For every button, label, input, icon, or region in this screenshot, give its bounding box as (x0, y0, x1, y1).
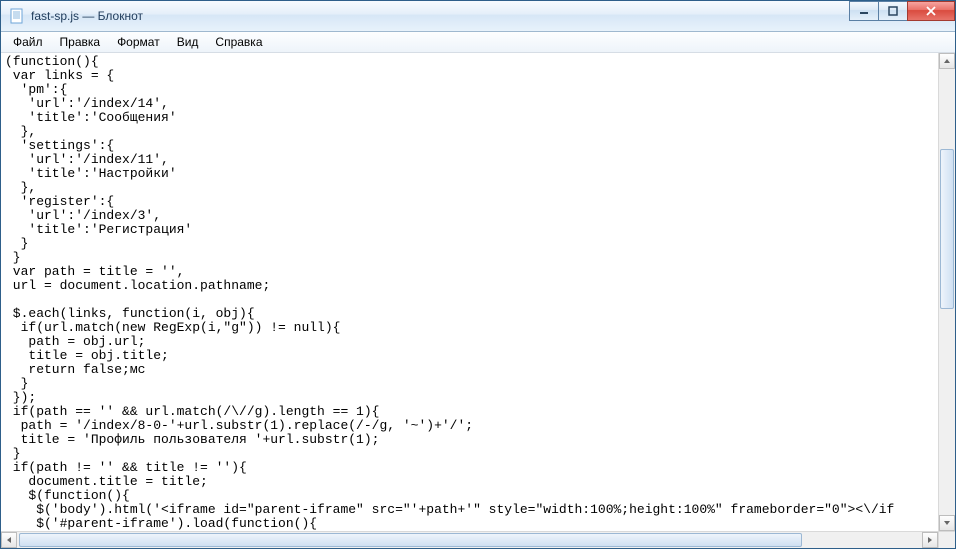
chevron-up-icon (943, 57, 951, 65)
chevron-right-icon (926, 536, 934, 544)
scroll-left-button[interactable] (1, 532, 17, 548)
notepad-window: fast-sp.js — Блокнот Файл Правка Формат … (0, 0, 956, 549)
menu-help[interactable]: Справка (207, 33, 270, 51)
close-icon (925, 6, 937, 16)
menu-format[interactable]: Формат (109, 33, 168, 51)
chevron-down-icon (943, 519, 951, 527)
chevron-left-icon (5, 536, 13, 544)
window-title: fast-sp.js — Блокнот (31, 9, 143, 23)
menu-view[interactable]: Вид (169, 33, 207, 51)
text-editor[interactable]: (function(){ var links = { 'pm':{ 'url':… (1, 53, 955, 548)
minimize-icon (859, 6, 869, 16)
close-button[interactable] (907, 1, 955, 21)
hscroll-track[interactable] (17, 532, 922, 548)
app-icon (9, 8, 25, 24)
scroll-corner (938, 531, 955, 548)
scroll-right-button[interactable] (922, 532, 938, 548)
hscroll-thumb[interactable] (19, 533, 802, 547)
vscroll-track[interactable] (939, 69, 955, 515)
maximize-button[interactable] (878, 1, 908, 21)
scroll-down-button[interactable] (939, 515, 955, 531)
menubar: Файл Правка Формат Вид Справка (1, 32, 955, 53)
titlebar[interactable]: fast-sp.js — Блокнот (1, 1, 955, 32)
editor-area: (function(){ var links = { 'pm':{ 'url':… (1, 53, 955, 548)
minimize-button[interactable] (849, 1, 879, 21)
menu-edit[interactable]: Правка (52, 33, 109, 51)
menu-file[interactable]: Файл (5, 33, 51, 51)
vscroll-thumb[interactable] (940, 149, 954, 309)
horizontal-scrollbar[interactable] (1, 531, 938, 548)
maximize-icon (888, 6, 898, 16)
scroll-up-button[interactable] (939, 53, 955, 69)
window-buttons (850, 1, 955, 23)
vertical-scrollbar[interactable] (938, 53, 955, 531)
